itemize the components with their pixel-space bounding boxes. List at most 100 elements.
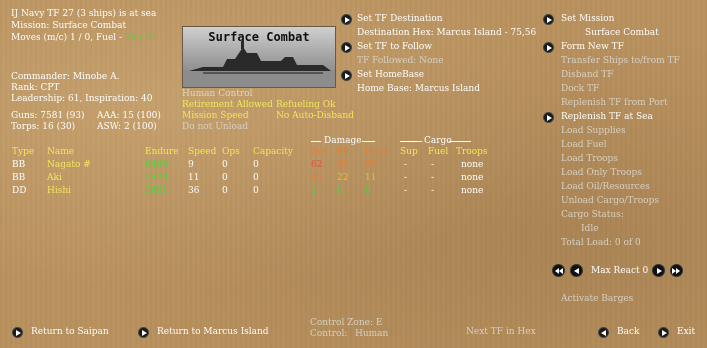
col-type: Type	[12, 147, 35, 157]
row-speed: 11	[188, 173, 200, 183]
max-react-min-icon[interactable]	[552, 264, 565, 277]
row-fuel: -	[431, 186, 435, 196]
form-new-tf-button[interactable]: Form New TF	[561, 42, 624, 52]
tf-title: IJ Navy TF 27 (3 ships) is at sea	[11, 9, 157, 19]
row-flt: 22	[337, 173, 349, 183]
cargo-group-header: Cargo	[424, 136, 452, 146]
control-human: Human Control	[182, 89, 253, 99]
col-fuel: Fuel	[428, 147, 449, 157]
set-destination-arrow-icon[interactable]	[341, 14, 352, 25]
unload-cargo-button[interactable]: Unload Cargo/Troops	[561, 196, 659, 206]
load-troops-button[interactable]: Load Troops	[561, 154, 618, 164]
max-react-label: Max React 0	[591, 266, 649, 276]
row-troops: none	[461, 173, 484, 183]
row-ship-name[interactable]: Hishi	[47, 186, 71, 196]
max-react-down-icon[interactable]	[570, 264, 583, 277]
row-type: DD	[12, 186, 27, 196]
row-sup: -	[404, 160, 408, 170]
exit-arrow-icon[interactable]	[658, 327, 669, 338]
exit-button[interactable]: Exit	[677, 327, 695, 337]
row-capacity: 0	[253, 186, 259, 196]
row-ship-name[interactable]: Aki	[47, 173, 62, 183]
total-load: Total Load: 0 of 0	[561, 238, 641, 248]
set-follow-arrow-icon[interactable]	[341, 42, 352, 53]
row-sys: 43	[311, 173, 323, 183]
row-fires: 27	[365, 160, 377, 170]
stat-torps: Torps: 16 (30)	[11, 122, 76, 132]
row-troops: none	[461, 160, 484, 170]
mission-photo: Surface Combat	[182, 26, 336, 88]
set-mission-arrow-icon[interactable]	[543, 14, 554, 25]
col-ops: Ops	[222, 147, 240, 157]
col-sup: Sup	[400, 147, 418, 157]
row-endure: 3809	[145, 173, 168, 183]
row-speed: 9	[188, 160, 194, 170]
stat-asw: ASW: 2 (100)	[97, 122, 157, 132]
control-zone: Control Zone: E	[310, 318, 383, 328]
row-capacity: 0	[253, 160, 259, 170]
max-react-max-icon[interactable]	[670, 264, 683, 277]
max-react-up-icon[interactable]	[652, 264, 665, 277]
toggle-retirement[interactable]: Retirement Allowed	[182, 100, 273, 110]
load-supplies-button[interactable]: Load Supplies	[561, 126, 626, 136]
col-flt: Flt	[337, 147, 350, 157]
row-ops: 0	[222, 173, 228, 183]
return-marcus-button[interactable]: Return to Marcus Island	[157, 327, 269, 337]
control-label: Control:	[310, 329, 348, 339]
activate-barges-button[interactable]: Activate Barges	[561, 294, 633, 304]
col-fires: Fires	[365, 147, 389, 157]
replenish-sea-arrow-icon[interactable]	[543, 112, 554, 123]
load-fuel-button[interactable]: Load Fuel	[561, 140, 607, 150]
toggle-refueling[interactable]: Refueling Ok	[276, 100, 336, 110]
row-endure: 3491	[145, 186, 168, 196]
row-sup: -	[404, 173, 408, 183]
load-only-troops-button[interactable]: Load Only Troops	[561, 168, 642, 178]
set-destination-button[interactable]: Set TF Destination	[357, 14, 443, 24]
disband-tf-button[interactable]: Disband TF	[561, 70, 614, 80]
row-capacity: 0	[253, 173, 259, 183]
replenish-port-button[interactable]: Replenish TF from Port	[561, 98, 668, 108]
back-arrow-icon[interactable]	[598, 327, 609, 338]
tf-fuel: 76 / 21	[124, 33, 157, 43]
load-oil-button[interactable]: Load Oil/Resources	[561, 182, 650, 192]
damage-group-header: Damage	[324, 136, 362, 146]
row-ship-name[interactable]: Nagato #	[47, 160, 91, 170]
toggle-unload[interactable]: Do not Unload	[182, 122, 248, 132]
stat-aaa: AAA: 15 (100)	[97, 111, 161, 121]
col-sys: Sys	[311, 147, 327, 157]
set-follow-button[interactable]: Set TF to Follow	[357, 42, 432, 52]
col-name: Name	[47, 147, 75, 157]
toggle-auto-disband[interactable]: No Auto-Disband	[276, 111, 354, 121]
set-homebase-arrow-icon[interactable]	[341, 70, 352, 81]
back-button[interactable]: Back	[617, 327, 639, 337]
home-base: Home Base: Marcus Island	[357, 84, 480, 94]
row-flt: 29	[337, 160, 349, 170]
cargo-status-value: Idle	[581, 224, 599, 234]
damage-rule-right	[362, 141, 375, 142]
tf-moves: Moves (m/c) 1 / 0, Fuel - 76 / 21	[11, 33, 157, 43]
row-sys: 62	[311, 160, 323, 170]
cargo-status-label: Cargo Status:	[561, 210, 624, 220]
next-tf-button[interactable]: Next TF in Hex	[466, 327, 536, 337]
row-flt: 0	[337, 186, 343, 196]
set-mission-button[interactable]: Set Mission	[561, 14, 614, 24]
col-troops: Troops	[456, 147, 488, 157]
return-saipan-button[interactable]: Return to Saipan	[31, 327, 109, 337]
damage-rule-left	[311, 141, 321, 142]
row-speed: 36	[188, 186, 200, 196]
row-fuel: -	[431, 160, 435, 170]
row-sup: -	[404, 186, 408, 196]
set-homebase-button[interactable]: Set HomeBase	[357, 70, 424, 80]
return-marcus-arrow-icon[interactable]	[138, 327, 149, 338]
commander-name[interactable]: Commander: Minobe A.	[11, 72, 119, 82]
control-value: Human	[355, 329, 389, 339]
row-fuel: -	[431, 173, 435, 183]
toggle-mission-speed[interactable]: Mission Speed	[182, 111, 249, 121]
replenish-sea-button[interactable]: Replenish TF at Sea	[561, 112, 653, 122]
form-new-tf-arrow-icon[interactable]	[543, 42, 554, 53]
dock-tf-button[interactable]: Dock TF	[561, 84, 599, 94]
transfer-ships-button[interactable]: Transfer Ships to/from TF	[561, 56, 680, 66]
return-saipan-arrow-icon[interactable]	[12, 327, 23, 338]
row-fires: 11	[365, 173, 377, 183]
stat-guns: Guns: 7581 (93)	[11, 111, 85, 121]
